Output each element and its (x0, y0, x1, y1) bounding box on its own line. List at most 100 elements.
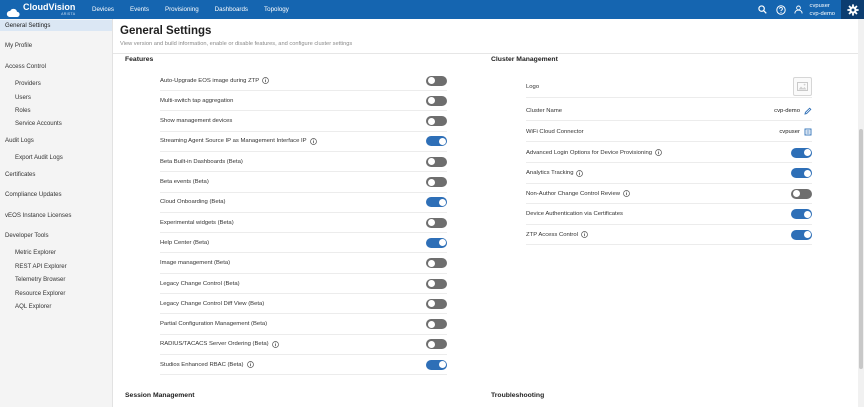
logo-upload[interactable] (793, 77, 812, 96)
feature-legacy-change-control-diff-view-beta-label: Legacy Change Control Diff View (Beta) (160, 301, 426, 307)
feature-studios-enhanced-rbac-beta-toggle[interactable] (426, 359, 447, 370)
feature-experimental-widgets-beta-toggle[interactable] (426, 217, 447, 228)
feature-legacy-change-control-beta-row: Legacy Change Control (Beta) (160, 274, 447, 294)
search-icon[interactable] (754, 0, 772, 19)
feature-auto-upgrade-eos-image-during-ztp-toggle[interactable] (426, 75, 447, 86)
sidebar-item-developer-tools[interactable]: Developer Tools (0, 230, 112, 241)
feature-studios-enhanced-rbac-beta-text: Studios Enhanced RBAC (Beta) (160, 361, 244, 368)
feature-cloud-onboarding-beta-toggle[interactable] (426, 197, 447, 208)
settings-sidebar: General Settings My Profile Access Control… (0, 19, 113, 407)
feature-multi-switch-tap-aggregation-toggle[interactable] (426, 95, 447, 106)
user-icon[interactable] (790, 0, 808, 19)
session-section-title: Session Management (125, 392, 195, 399)
details-icon[interactable] (804, 128, 812, 136)
edit-pencil-icon[interactable] (804, 107, 812, 115)
cluster-device-authentication-via-certificates-toggle[interactable] (791, 209, 812, 219)
info-icon[interactable] (246, 361, 254, 369)
feature-show-management-devices-toggle[interactable] (426, 116, 447, 127)
scrollbar-thumb[interactable] (859, 129, 863, 369)
feature-legacy-change-control-beta-toggle[interactable] (426, 278, 447, 289)
cluster-name: cvp-demo (809, 10, 835, 17)
feature-legacy-change-control-beta-text: Legacy Change Control (Beta) (160, 280, 240, 287)
toggle-knob (438, 137, 446, 145)
settings-gear-button[interactable] (841, 0, 864, 19)
cluster-non-author-change-control-review-toggle[interactable] (791, 188, 812, 199)
cluster-analytics-tracking-label: Analytics Tracking (526, 169, 791, 177)
feature-beta-events-beta-toggle[interactable] (426, 177, 447, 187)
sidebar-item-telemetry-browser[interactable]: Telemetry Browser (0, 274, 112, 285)
toggle-knob (803, 149, 811, 156)
help-icon[interactable] (772, 0, 790, 19)
cluster-ztp-access-control-row: ZTP Access Control (526, 225, 812, 245)
cluster-device-authentication-via-certificates-text: Device Authentication via Certificates (526, 211, 623, 217)
cluster-ztp-access-control-toggle[interactable] (791, 229, 812, 240)
sidebar-item-rest-api-explorer[interactable]: REST API Explorer (0, 261, 112, 272)
sidebar-item-service-accounts[interactable]: Service Accounts (0, 118, 112, 129)
info-icon[interactable] (309, 138, 317, 145)
info-icon[interactable] (581, 231, 588, 238)
feature-image-management-beta-text: Image management (Beta) (160, 260, 231, 267)
toggle-knob (438, 198, 446, 206)
page-title: General Settings (120, 25, 212, 37)
feature-partial-configuration-management-beta-label: Partial Configuration Management (Beta) (160, 321, 426, 327)
sidebar-item-veos-instance-licenses[interactable]: vEOS Instance Licenses (0, 210, 112, 221)
toggle-knob (803, 231, 811, 238)
feature-beta-built-in-dashboards-beta-toggle[interactable] (426, 156, 447, 167)
nav-topology[interactable]: Topology (256, 0, 297, 19)
feature-cloud-onboarding-beta-row: Cloud Onboarding (Beta) (160, 193, 447, 213)
cluster-analytics-tracking-row: Analytics Tracking (526, 164, 812, 184)
nav-devices[interactable]: Devices (84, 0, 122, 19)
feature-help-center-beta-label: Help Center (Beta) (160, 240, 426, 246)
toggle-knob (427, 97, 435, 105)
cluster-section-title: Cluster Management (491, 56, 558, 63)
cluster-name-row: Cluster Name cvp-demo (526, 101, 812, 121)
sidebar-item-providers[interactable]: Providers (0, 78, 112, 89)
toggle-knob (427, 117, 435, 125)
info-icon[interactable] (271, 341, 279, 348)
feature-help-center-beta-toggle[interactable] (426, 237, 447, 248)
sidebar-item-compliance-updates[interactable]: Compliance Updates (0, 189, 112, 200)
cluster-analytics-tracking-toggle[interactable] (791, 168, 812, 178)
info-icon[interactable] (262, 77, 270, 84)
info-icon[interactable] (576, 169, 584, 177)
feature-beta-events-beta-label: Beta events (Beta) (160, 179, 426, 185)
nav-dashboards[interactable]: Dashboards (207, 0, 256, 19)
cluster-advanced-login-options-for-device-provisioning-row: Advanced Login Options for Device Provis… (526, 143, 812, 163)
info-icon[interactable] (655, 149, 662, 156)
feature-auto-upgrade-eos-image-during-ztp-text: Auto-Upgrade EOS image during ZTP (160, 77, 260, 84)
cluster-analytics-tracking-text: Analytics Tracking (526, 170, 574, 176)
feature-partial-configuration-management-beta-toggle[interactable] (426, 319, 447, 330)
nav-provisioning[interactable]: Provisioning (157, 0, 207, 19)
cluster-ztp-access-control-label: ZTP Access Control (526, 231, 791, 238)
feature-radius-tacacs-server-ordering-beta-toggle[interactable] (426, 339, 447, 350)
cloudvision-logo[interactable]: CloudVision ARISTA (0, 0, 84, 19)
feature-experimental-widgets-beta-label: Experimental widgets (Beta) (160, 220, 426, 226)
sidebar-item-my-profile[interactable]: My Profile (0, 40, 112, 51)
cluster-advanced-login-options-for-device-provisioning-toggle[interactable] (791, 147, 812, 158)
feature-legacy-change-control-diff-view-beta-toggle[interactable] (426, 298, 447, 309)
feature-multi-switch-tap-aggregation-row: Multi-switch tap aggregation (160, 91, 447, 112)
feature-auto-upgrade-eos-image-during-ztp-label: Auto-Upgrade EOS image during ZTP (160, 77, 426, 84)
feature-studios-enhanced-rbac-beta-row: Studios Enhanced RBAC (Beta) (160, 355, 447, 376)
sidebar-item-export-audit-logs[interactable]: Export Audit Logs (0, 152, 112, 163)
scrollbar[interactable] (858, 19, 864, 407)
info-icon[interactable] (623, 190, 630, 197)
sidebar-item-roles[interactable]: Roles (0, 105, 112, 116)
toggle-knob (803, 169, 811, 177)
sidebar-item-general-settings[interactable]: General Settings (0, 20, 112, 31)
nav-events[interactable]: Events (122, 0, 157, 19)
sidebar-item-aql-explorer[interactable]: AQL Explorer (0, 301, 112, 312)
feature-image-management-beta-toggle[interactable] (426, 258, 447, 269)
sidebar-item-resource-explorer[interactable]: Resource Explorer (0, 288, 112, 299)
sidebar-item-users[interactable]: Users (0, 92, 112, 103)
feature-streaming-agent-source-ip-as-management-interface-ip-toggle[interactable] (426, 136, 447, 147)
feature-show-management-devices-row: Show management devices (160, 112, 447, 132)
username: cvpuser (809, 2, 830, 9)
sidebar-item-metric-explorer[interactable]: Metric Explorer (0, 247, 112, 258)
user-info[interactable]: cvpuser cvp-demo (810, 2, 835, 18)
sidebar-item-audit-logs[interactable]: Audit Logs (0, 135, 112, 146)
sidebar-item-access-control[interactable]: Access Control (0, 61, 112, 72)
toggle-knob (427, 300, 435, 308)
sidebar-item-certificates[interactable]: Certificates (0, 169, 112, 180)
feature-radius-tacacs-server-ordering-beta-label: RADIUS/TACACS Server Ordering (Beta) (160, 341, 426, 348)
